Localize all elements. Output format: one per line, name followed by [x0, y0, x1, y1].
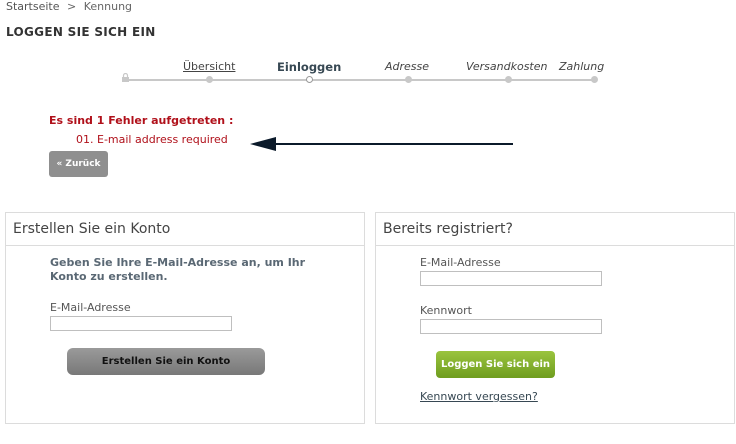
steps-progress-line — [125, 79, 595, 81]
breadcrumb-home-link[interactable]: Startseite — [6, 0, 60, 13]
arrow-left-icon — [250, 137, 513, 151]
page-title: LOGGEN SIE SICH EIN — [6, 25, 156, 39]
breadcrumb: Startseite > Kennung — [6, 0, 132, 13]
back-button[interactable]: « Zurück — [49, 151, 108, 177]
create-account-intro: Geben Sie Ihre E-Mail-Adresse an, um Ihr… — [50, 256, 306, 283]
create-email-input[interactable] — [50, 316, 232, 331]
create-account-button[interactable]: Erstellen Sie ein Konto — [67, 348, 265, 375]
lock-icon — [122, 73, 129, 82]
step-dot-zahlung — [591, 76, 598, 83]
step-uebersicht-link[interactable]: Übersicht — [183, 60, 235, 73]
step-versandkosten: Versandkosten — [466, 60, 548, 73]
step-einloggen: Einloggen — [277, 60, 342, 74]
step-adresse: Adresse — [385, 60, 430, 73]
step-dot-adresse — [405, 76, 412, 83]
step-dot-versandkosten — [505, 76, 512, 83]
error-title: Es sind 1 Fehler aufgetreten : — [49, 114, 234, 127]
login-password-input[interactable] — [420, 319, 602, 334]
breadcrumb-current: Kennung — [83, 0, 133, 13]
login-button[interactable]: Loggen Sie sich ein — [436, 351, 555, 378]
step-dot-einloggen — [306, 76, 313, 83]
step-zahlung: Zahlung — [559, 60, 605, 73]
login-email-label: E-Mail-Adresse — [420, 256, 501, 269]
create-account-heading: Erstellen Sie ein Konto — [6, 213, 364, 246]
forgot-password-link[interactable]: Kennwort vergessen? — [420, 390, 538, 403]
create-email-label: E-Mail-Adresse — [50, 301, 131, 314]
login-heading: Bereits registriert? — [376, 213, 734, 246]
breadcrumb-separator: > — [67, 0, 77, 13]
login-email-input[interactable] — [420, 271, 602, 286]
error-item: 01. E-mail address required — [76, 133, 228, 146]
login-password-label: Kennwort — [420, 304, 472, 317]
step-dot-uebersicht — [206, 76, 213, 83]
